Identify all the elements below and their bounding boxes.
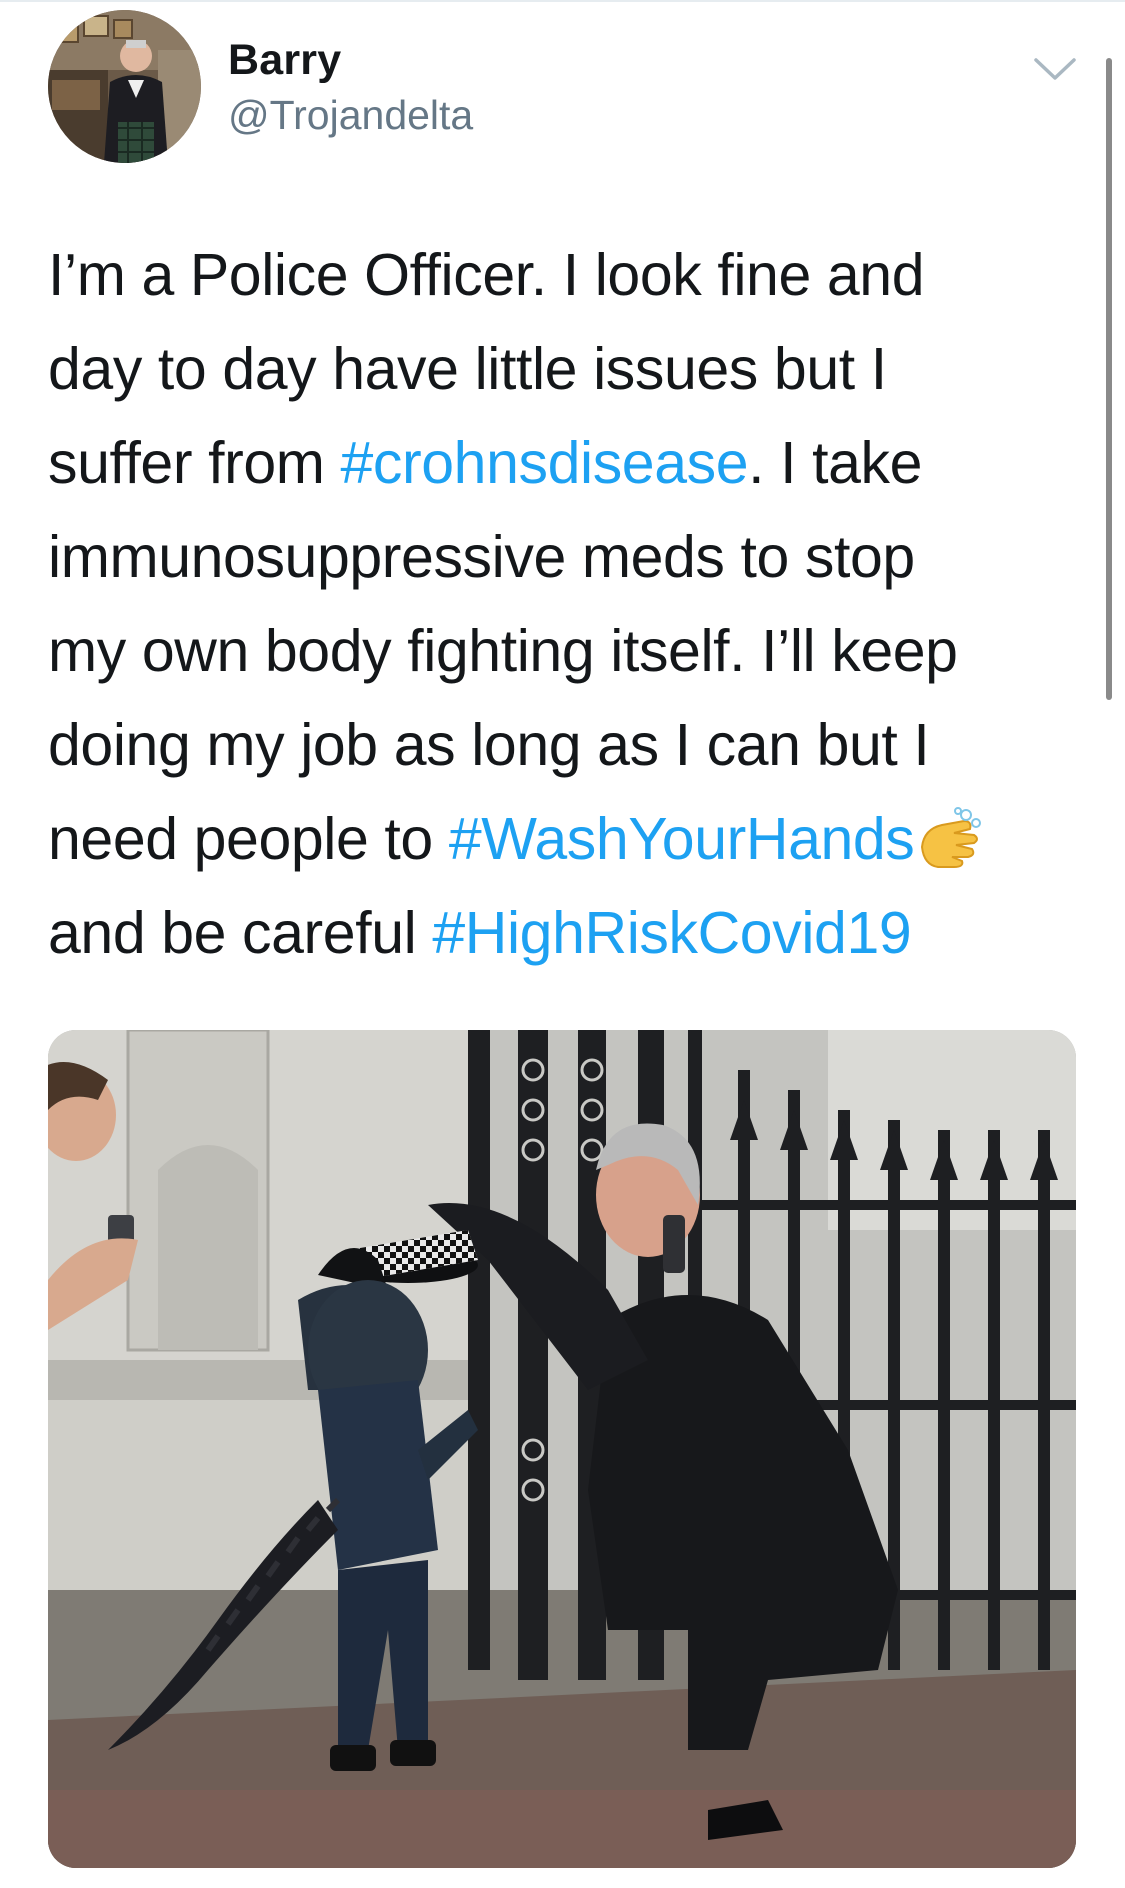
user-handle[interactable]: @Trojandelta	[228, 92, 473, 139]
tweet-text-segment: my own body fighting itself. I’ll keep	[48, 618, 958, 684]
tweet-header: Barry @Trojandelta	[48, 10, 1078, 170]
tweet-text-segment: day to day have little issues but I	[48, 336, 887, 402]
hashtag-link[interactable]: #crohnsdisease	[340, 430, 748, 496]
chevron-down-icon[interactable]	[1032, 52, 1078, 86]
tweet-text-segment: suffer from	[48, 430, 341, 496]
avatar[interactable]	[48, 10, 201, 163]
tweet-text-segment: doing my job as long as I can but I	[48, 712, 930, 778]
tweet-text-segment: . I take	[748, 430, 923, 496]
tweet-text-line: and be careful #HighRiskCovid19	[48, 886, 1068, 980]
tweet-text-line: immunosuppressive meds to stop	[48, 510, 1068, 604]
display-name[interactable]: Barry	[228, 36, 341, 85]
top-divider	[0, 0, 1125, 2]
tweet-text-line: my own body fighting itself. I’ll keep	[48, 604, 1068, 698]
tweet-text-segment: and be careful	[48, 900, 433, 966]
tweet-text-line: need people to #WashYourHands	[48, 792, 1068, 886]
tweet-text-line: doing my job as long as I can but I	[48, 698, 1068, 792]
hashtag-link[interactable]: #HighRiskCovid19	[432, 900, 911, 966]
hashtag-link[interactable]: #WashYourHands	[449, 806, 915, 872]
tweet-text-segment: need people to	[48, 806, 449, 872]
avatar-image	[48, 10, 201, 163]
tweet-text-line: suffer from #crohnsdisease. I take	[48, 416, 1068, 510]
scrollbar[interactable]	[1106, 58, 1112, 700]
tweet-text-segment: I’m a Police Officer. I look fine and	[48, 242, 925, 308]
tweet-text-line: day to day have little issues but I	[48, 322, 1068, 416]
tweet-text-line: I’m a Police Officer. I look fine and	[48, 228, 1068, 322]
washing-hands-emoji	[914, 802, 984, 868]
tweet-text-segment: immunosuppressive meds to stop	[48, 524, 915, 590]
tweet-text: I’m a Police Officer. I look fine and day…	[48, 228, 1068, 980]
tweet-photo[interactable]	[48, 1030, 1076, 1868]
